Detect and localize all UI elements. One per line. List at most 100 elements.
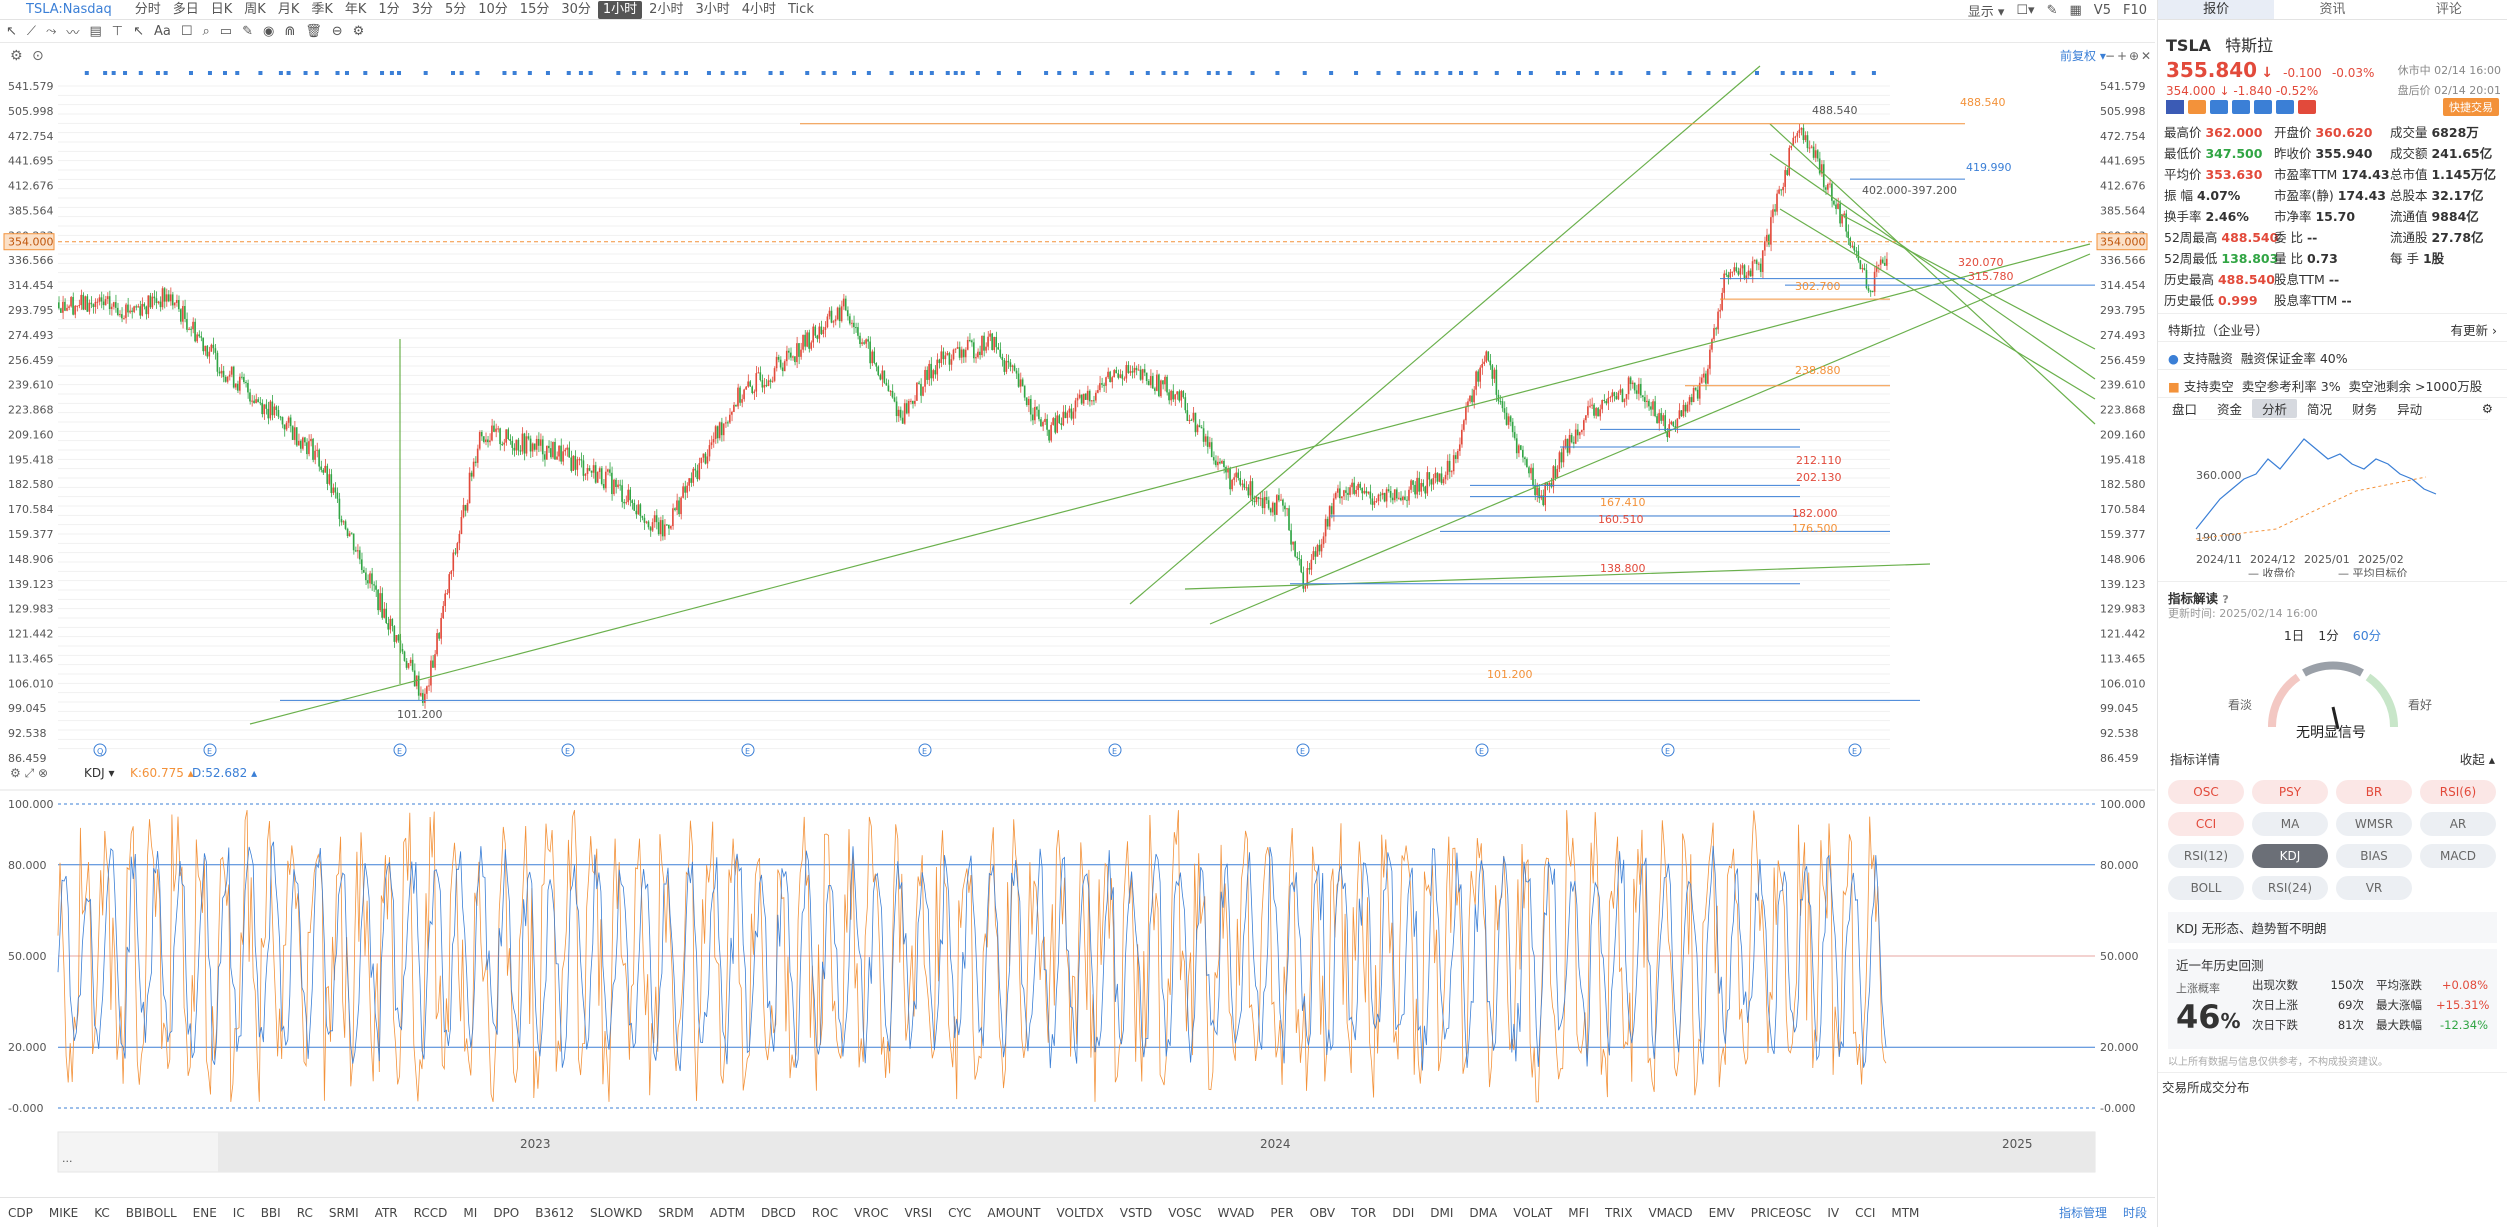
indicator-mfi[interactable]: MFI xyxy=(1560,1206,1597,1220)
range-0[interactable]: 1日 xyxy=(2284,625,2304,647)
pen-icon[interactable]: ✎ xyxy=(2047,3,2058,18)
indicator-mtm[interactable]: MTM xyxy=(1883,1206,1927,1220)
display-menu[interactable]: 显示 ▾ xyxy=(1968,1,2005,20)
period-5[interactable]: 季K xyxy=(306,1,338,19)
chart-window-icon-1[interactable]: + xyxy=(2117,49,2127,63)
period-0[interactable]: 分时 xyxy=(130,1,166,19)
chart-window-icon-0[interactable]: − xyxy=(2105,49,2115,63)
chip-ma[interactable]: MA xyxy=(2252,812,2328,836)
chip-osc[interactable]: OSC xyxy=(2168,780,2244,804)
favorite-icon[interactable] xyxy=(2298,100,2316,114)
indicator-kc[interactable]: KC xyxy=(86,1206,118,1220)
period-3[interactable]: 周K xyxy=(239,1,271,19)
checkbox-icon[interactable]: ☐▾ xyxy=(2016,3,2034,18)
indicator-srmi[interactable]: SRMI xyxy=(321,1206,367,1220)
subtab-4[interactable]: 财务 xyxy=(2342,399,2387,418)
period-13[interactable]: 1小时 xyxy=(597,0,643,19)
period-1[interactable]: 多日 xyxy=(168,1,204,19)
subtab-0[interactable]: 盘口 xyxy=(2162,399,2207,418)
indicator-tor[interactable]: TOR xyxy=(1343,1206,1384,1220)
indicator-amount[interactable]: AMOUNT xyxy=(979,1206,1048,1220)
indicator-atr[interactable]: ATR xyxy=(367,1206,406,1220)
magnet-icon[interactable]: ⋒ xyxy=(284,24,295,39)
indicator-emv[interactable]: EMV xyxy=(1701,1206,1743,1220)
timeline-navigator[interactable]: 2023 2024 2025... xyxy=(57,1131,2096,1173)
chart-window-icon-3[interactable]: ✕ xyxy=(2141,49,2151,63)
ruler-icon[interactable]: ▭ xyxy=(220,24,232,39)
kdj-pane[interactable]: ⚙ ⤢ ⊗ KDJ ▾ K:60.775 ▴D:52.682 ▴ 100.000 100… xyxy=(0,766,2155,1115)
period-12[interactable]: 30分 xyxy=(556,1,596,19)
adjust-menu[interactable]: 前复权 ▾ xyxy=(2060,48,2106,63)
indicator-bbiboll[interactable]: BBIBOLL xyxy=(118,1206,185,1220)
link-icon[interactable]: ⊖ xyxy=(332,24,343,39)
zoom-icon[interactable]: ⌕ xyxy=(202,24,209,39)
earnings-markers[interactable]: QEEEEEEEEEE xyxy=(93,743,1862,757)
indicator-iv[interactable]: IV xyxy=(1819,1206,1847,1220)
indicator-dbcd[interactable]: DBCD xyxy=(753,1206,804,1220)
chart-window-icon-2[interactable]: ⊕ xyxy=(2129,49,2139,63)
period-11[interactable]: 15分 xyxy=(515,1,555,19)
v5-button[interactable]: V5 xyxy=(2094,3,2111,18)
period-9[interactable]: 5分 xyxy=(440,1,471,19)
indicator-dpo[interactable]: DPO xyxy=(485,1206,527,1220)
trend-tool-icon[interactable]: ⤳ xyxy=(46,24,56,39)
chip-wmsr[interactable]: WMSR xyxy=(2336,812,2412,836)
tab-news[interactable]: 资讯 xyxy=(2274,0,2390,19)
indicator-dma[interactable]: DMA xyxy=(1461,1206,1505,1220)
event-markers[interactable] xyxy=(84,71,1876,75)
settings-icon[interactable]: ⚙ xyxy=(353,24,365,39)
indicator-cci[interactable]: CCI xyxy=(1847,1206,1883,1220)
indicator-ic[interactable]: IC xyxy=(225,1206,253,1220)
indicator-b3612[interactable]: B3612 xyxy=(527,1206,582,1220)
period-8[interactable]: 3分 xyxy=(407,1,438,19)
chip-rsi(6)[interactable]: RSI(6) xyxy=(2420,780,2496,804)
period-15[interactable]: 3小时 xyxy=(690,1,734,19)
indicator-trix[interactable]: TRIX xyxy=(1597,1206,1640,1220)
indicator-per[interactable]: PER xyxy=(1262,1206,1301,1220)
chip-bias[interactable]: BIAS xyxy=(2336,844,2412,868)
period-6[interactable]: 年K xyxy=(340,1,372,19)
indicator-vrsi[interactable]: VRSI xyxy=(896,1206,940,1220)
indicator-srdm[interactable]: SRDM xyxy=(650,1206,702,1220)
indicator-volat[interactable]: VOLAT xyxy=(1505,1206,1560,1220)
eye-icon[interactable]: ◉ xyxy=(263,24,274,39)
tab-comments[interactable]: 评论 xyxy=(2391,0,2507,19)
indicator-vosc[interactable]: VOSC xyxy=(1160,1206,1209,1220)
chip-ar[interactable]: AR xyxy=(2420,812,2496,836)
indicator-priceosc[interactable]: PRICEOSC xyxy=(1743,1206,1820,1220)
chart-area[interactable]: ⚙ ⊙ 前复权 ▾ − + ⊕ ✕ 541.579 541.579 505.998 505.998 4… xyxy=(0,44,2155,1199)
tab-quote[interactable]: 报价 xyxy=(2158,0,2275,19)
symbol-label[interactable]: TSLA:Nasdaq xyxy=(26,2,112,17)
indicator-rccd[interactable]: RCCD xyxy=(406,1206,456,1220)
indicator-ene[interactable]: ENE xyxy=(185,1206,225,1220)
indicator-mi[interactable]: MI xyxy=(455,1206,485,1220)
chip-cci[interactable]: CCI xyxy=(2168,812,2244,836)
trash-icon[interactable]: 🗑 xyxy=(305,24,322,39)
period-button[interactable]: 时段 xyxy=(2115,1204,2155,1221)
quick-trade-button[interactable]: 快捷交易 xyxy=(2443,98,2499,116)
settings-icon[interactable]: ⚙ xyxy=(2472,401,2503,416)
indicator-vroc[interactable]: VROC xyxy=(846,1206,896,1220)
indicator-cyc[interactable]: CYC xyxy=(940,1206,979,1220)
range-2[interactable]: 60分 xyxy=(2353,625,2381,647)
chart-settings-icon[interactable]: ⚙ xyxy=(10,48,23,64)
chip-boll[interactable]: BOLL xyxy=(2168,876,2244,900)
f10-button[interactable]: F10 xyxy=(2123,3,2147,18)
indicator-vmacd[interactable]: VMACD xyxy=(1640,1206,1700,1220)
indicator-roc[interactable]: ROC xyxy=(804,1206,846,1220)
chart-target-icon[interactable]: ⊙ xyxy=(32,48,44,64)
line-tool-icon[interactable]: ⟋ xyxy=(27,24,36,39)
indicator-dmi[interactable]: DMI xyxy=(1422,1206,1461,1220)
indicator-bbi[interactable]: BBI xyxy=(253,1206,289,1220)
indicator-cdp[interactable]: CDP xyxy=(0,1206,41,1220)
indicator-voltdx[interactable]: VOLTDX xyxy=(1049,1206,1112,1220)
indicator-vstd[interactable]: VSTD xyxy=(1112,1206,1160,1220)
subtab-3[interactable]: 简况 xyxy=(2297,399,2342,418)
wave-tool-icon[interactable]: 〰 xyxy=(66,22,79,41)
indicator-manager-button[interactable]: 指标管理 xyxy=(2051,1204,2115,1221)
chip-br[interactable]: BR xyxy=(2336,780,2412,804)
indicator-ddi[interactable]: DDI xyxy=(1384,1206,1422,1220)
range-1[interactable]: 1分 xyxy=(2318,625,2338,647)
subtab-1[interactable]: 资金 xyxy=(2207,399,2252,418)
chip-vr[interactable]: VR xyxy=(2336,876,2412,900)
